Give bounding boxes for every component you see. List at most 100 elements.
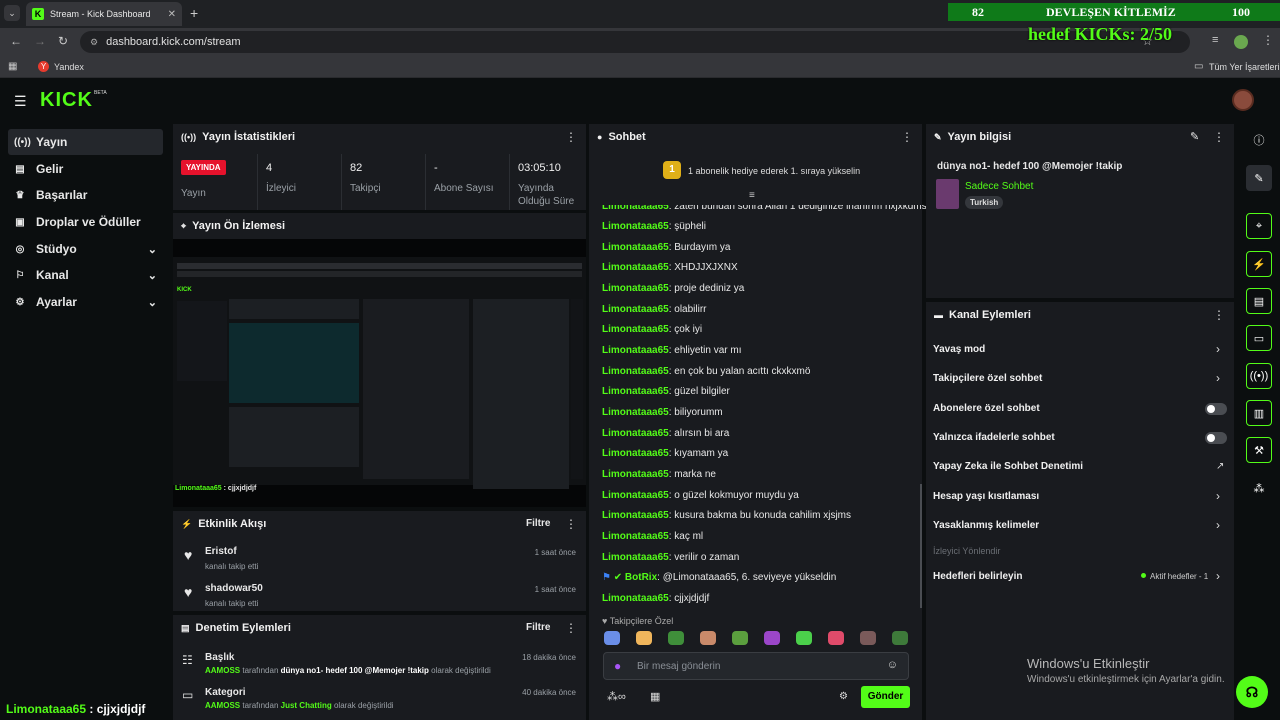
info-icon[interactable]: ⓘ: [1246, 127, 1272, 153]
sidebar-item-droplar[interactable]: ▣ Droplar ve Ödüller: [8, 209, 163, 235]
chat-username[interactable]: Limonataaa65: [602, 531, 669, 542]
emote-icon[interactable]: [860, 631, 876, 645]
filter-button[interactable]: Filtre: [526, 622, 550, 633]
microphone-icon[interactable]: ●: [614, 659, 621, 673]
support-chat-icon[interactable]: ☊: [1236, 676, 1268, 708]
edit-icon[interactable]: ✎: [1190, 130, 1199, 143]
emote-icon[interactable]: [636, 631, 652, 645]
points-icon[interactable]: ⁂∞: [607, 690, 626, 703]
chat-username[interactable]: Limonataaa65: [602, 221, 669, 232]
sidebar-item-ayarlar[interactable]: ⚙ Ayarlar ⌄: [8, 289, 163, 315]
preview-icon[interactable]: ⌖: [1246, 213, 1272, 239]
emote-icon[interactable]: [764, 631, 780, 645]
forward-icon[interactable]: →: [34, 34, 46, 48]
site-info-icon[interactable]: ⚙: [90, 37, 98, 48]
action-subscribers-only[interactable]: Abonelere özel sohbet: [933, 403, 1040, 414]
chat-username[interactable]: Limonataaa65: [602, 386, 669, 397]
action-account-age[interactable]: Hesap yaşı kısıtlaması: [933, 491, 1039, 502]
gift-banner-text[interactable]: 1 abonelik hediye ederek 1. sıraya yükse…: [688, 166, 860, 176]
all-bookmarks[interactable]: Tüm Yer İşaretleri: [1209, 62, 1280, 72]
emote-icon[interactable]: [732, 631, 748, 645]
chevron-right-icon[interactable]: ›: [1216, 569, 1220, 583]
emote-icon[interactable]: [892, 631, 908, 645]
apps-icon[interactable]: ⁂: [1246, 475, 1272, 501]
media-icon[interactable]: ≡: [1212, 34, 1218, 46]
kick-logo[interactable]: KICK: [40, 89, 93, 112]
more-options-icon[interactable]: ⋮: [565, 517, 577, 531]
sidebar-item-basarilar[interactable]: ♛ Başarılar: [8, 182, 163, 208]
chevron-right-icon[interactable]: ›: [1216, 518, 1220, 532]
emoji-icon[interactable]: ☺: [887, 659, 898, 671]
action-emotes-only[interactable]: Yalnızca ifadelerle sohbet: [933, 432, 1055, 443]
chevron-right-icon[interactable]: ›: [1216, 371, 1220, 385]
chat-username[interactable]: Limonataaa65: [602, 242, 669, 253]
profile-avatar[interactable]: [1234, 35, 1248, 49]
broadcast-icon[interactable]: ((•)): [1246, 363, 1272, 389]
hamburger-menu-icon[interactable]: ☰: [14, 93, 27, 110]
document-icon[interactable]: ▤: [1246, 288, 1272, 314]
emote-icon[interactable]: [668, 631, 684, 645]
filter-button[interactable]: Filtre: [526, 518, 550, 529]
bookmark-yandex[interactable]: Yandex: [54, 62, 84, 72]
chat-username[interactable]: Limonataaa65: [602, 510, 669, 521]
chat-username[interactable]: BotRix: [625, 572, 657, 583]
chat-username[interactable]: Limonataaa65: [602, 428, 669, 439]
sidebar-item-kanal[interactable]: ⚐ Kanal ⌄: [8, 262, 163, 288]
chat-settings-icon[interactable]: ⚙: [839, 691, 848, 702]
action-ai-moderation[interactable]: Yapay Zeka ile Sohbet Denetimi: [933, 461, 1083, 472]
chat-username[interactable]: Limonataaa65: [602, 552, 669, 563]
close-tab-icon[interactable]: ✕: [168, 9, 176, 20]
url-field[interactable]: ⚙ dashboard.kick.com/stream: [80, 31, 1190, 53]
chevron-right-icon[interactable]: ›: [1216, 489, 1220, 503]
category-link[interactable]: Sadece Sohbet: [965, 181, 1033, 192]
layout-icon[interactable]: ▥: [1246, 400, 1272, 426]
more-options-icon[interactable]: ⋮: [1213, 308, 1225, 322]
sidebar-item-gelir[interactable]: ▤ Gelir: [8, 156, 163, 182]
tab-list-button[interactable]: ⌄: [4, 5, 20, 21]
chat-username[interactable]: Limonataaa65: [602, 490, 669, 501]
chat-username[interactable]: Limonataaa65: [602, 448, 669, 459]
action-followers-only[interactable]: Takipçilere özel sohbet: [933, 373, 1042, 384]
chat-username[interactable]: Limonataaa65: [602, 345, 669, 356]
user-avatar[interactable]: [1232, 89, 1254, 111]
lightning-icon[interactable]: ⚡: [1246, 251, 1272, 277]
chat-username[interactable]: Limonataaa65: [602, 304, 669, 315]
wrench-icon[interactable]: ⚒: [1246, 437, 1272, 463]
emote-icon[interactable]: [604, 631, 620, 645]
chat-scrollbar[interactable]: [920, 484, 922, 608]
browser-tab[interactable]: K Stream - Kick Dashboard ✕: [26, 2, 182, 26]
more-options-icon[interactable]: ⋮: [565, 130, 577, 144]
more-options-icon[interactable]: ⋮: [1213, 130, 1225, 144]
reload-icon[interactable]: ↻: [58, 34, 68, 48]
emotes-only-toggle[interactable]: [1205, 432, 1227, 444]
chevron-right-icon[interactable]: ›: [1216, 342, 1220, 356]
external-link-icon[interactable]: ↗: [1216, 461, 1224, 472]
subscribers-only-toggle[interactable]: [1205, 403, 1227, 415]
chat-input[interactable]: ● Bir mesaj gönderin ☺: [603, 652, 909, 680]
chat-username[interactable]: Limonataaa65: [602, 324, 669, 335]
chat-username[interactable]: Limonataaa65: [602, 262, 669, 273]
emote-icon[interactable]: [796, 631, 812, 645]
emote-icon[interactable]: [828, 631, 844, 645]
stream-preview-video[interactable]: KICK Limonataaa65 : cjjxjdjdjf: [173, 239, 586, 507]
action-banned-words[interactable]: Yasaklanmış kelimeler: [933, 520, 1039, 531]
emote-icon[interactable]: [700, 631, 716, 645]
sidebar-item-yayin[interactable]: ((•)) Yayın: [8, 129, 163, 155]
more-options-icon[interactable]: ⋮: [901, 130, 913, 144]
pinned-icon[interactable]: ≡: [749, 190, 755, 201]
apps-grid-icon[interactable]: ▦: [8, 61, 17, 72]
edit-icon[interactable]: ✎: [1246, 165, 1272, 191]
back-icon[interactable]: ←: [10, 34, 22, 48]
new-tab-icon[interactable]: +: [190, 5, 198, 21]
chat-username[interactable]: Limonataaa65: [602, 469, 669, 480]
action-slow-mode[interactable]: Yavaş mod: [933, 344, 985, 355]
chat-username[interactable]: Limonataaa65: [602, 366, 669, 377]
sidebar-item-studyo[interactable]: ◎ Stüdyo ⌄: [8, 236, 163, 262]
chat-username[interactable]: Limonataaa65: [602, 593, 669, 604]
chat-username[interactable]: Limonataaa65: [602, 283, 669, 294]
send-button[interactable]: Gönder: [861, 686, 910, 708]
more-options-icon[interactable]: ⋮: [565, 621, 577, 635]
chat-icon[interactable]: ▭: [1246, 325, 1272, 351]
store-icon[interactable]: ▦: [650, 690, 660, 703]
browser-menu-icon[interactable]: ⋮: [1262, 33, 1274, 47]
